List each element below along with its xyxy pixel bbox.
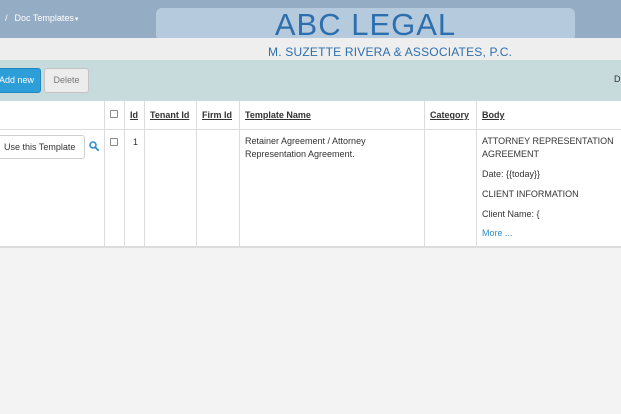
column-divider xyxy=(104,101,105,248)
cell-body-line4: CLIENT INFORMATION xyxy=(482,189,579,199)
search-icon[interactable] xyxy=(89,141,99,151)
use-this-template-button[interactable]: Use this Template xyxy=(0,135,85,159)
brand-subtitle: M. SUZETTE RIVERA & ASSOCIATES, P.C. xyxy=(268,45,513,59)
breadcrumb-current-label: Doc Templates xyxy=(14,13,74,23)
breadcrumb: / Doc Templates▾ xyxy=(5,13,78,23)
column-header-id[interactable]: Id xyxy=(130,110,138,120)
breadcrumb-separator: / xyxy=(5,13,8,23)
column-header-firm-id[interactable]: Firm Id xyxy=(202,110,232,120)
header-row-divider xyxy=(0,129,621,130)
add-new-button[interactable]: Add new xyxy=(0,68,41,93)
column-header-category[interactable]: Category xyxy=(430,110,469,120)
column-divider xyxy=(239,101,240,248)
delete-button[interactable]: Delete xyxy=(44,68,89,93)
cell-body-line2: AGREEMENT xyxy=(482,149,540,159)
chevron-down-icon: ▾ xyxy=(74,16,79,23)
cell-body-line3: Date: {{today}} xyxy=(482,169,541,179)
cell-template-name-line1: Retainer Agreement / Attorney xyxy=(245,136,366,146)
column-divider xyxy=(196,101,197,248)
cell-body-line5: Client Name: { xyxy=(482,209,540,219)
column-divider xyxy=(124,101,125,248)
cell-body-line1: ATTORNEY REPRESENTATION xyxy=(482,136,614,146)
cell-template-name-line2: Representation Agreement. xyxy=(245,149,355,159)
select-all-checkbox[interactable] xyxy=(110,110,118,118)
row-checkbox[interactable] xyxy=(110,138,118,146)
column-header-tenant-id[interactable]: Tenant Id xyxy=(150,110,189,120)
action-toolbar xyxy=(0,60,621,101)
column-divider xyxy=(424,101,425,248)
toolbar-right-text: D xyxy=(614,74,621,84)
more-link[interactable]: More ... xyxy=(482,228,513,238)
column-header-template-name[interactable]: Template Name xyxy=(245,110,311,120)
column-divider xyxy=(476,101,477,248)
column-header-body[interactable]: Body xyxy=(482,110,505,120)
breadcrumb-doc-templates[interactable]: Doc Templates▾ xyxy=(15,13,79,23)
cell-id: 1 xyxy=(133,137,139,147)
column-divider xyxy=(144,101,145,248)
